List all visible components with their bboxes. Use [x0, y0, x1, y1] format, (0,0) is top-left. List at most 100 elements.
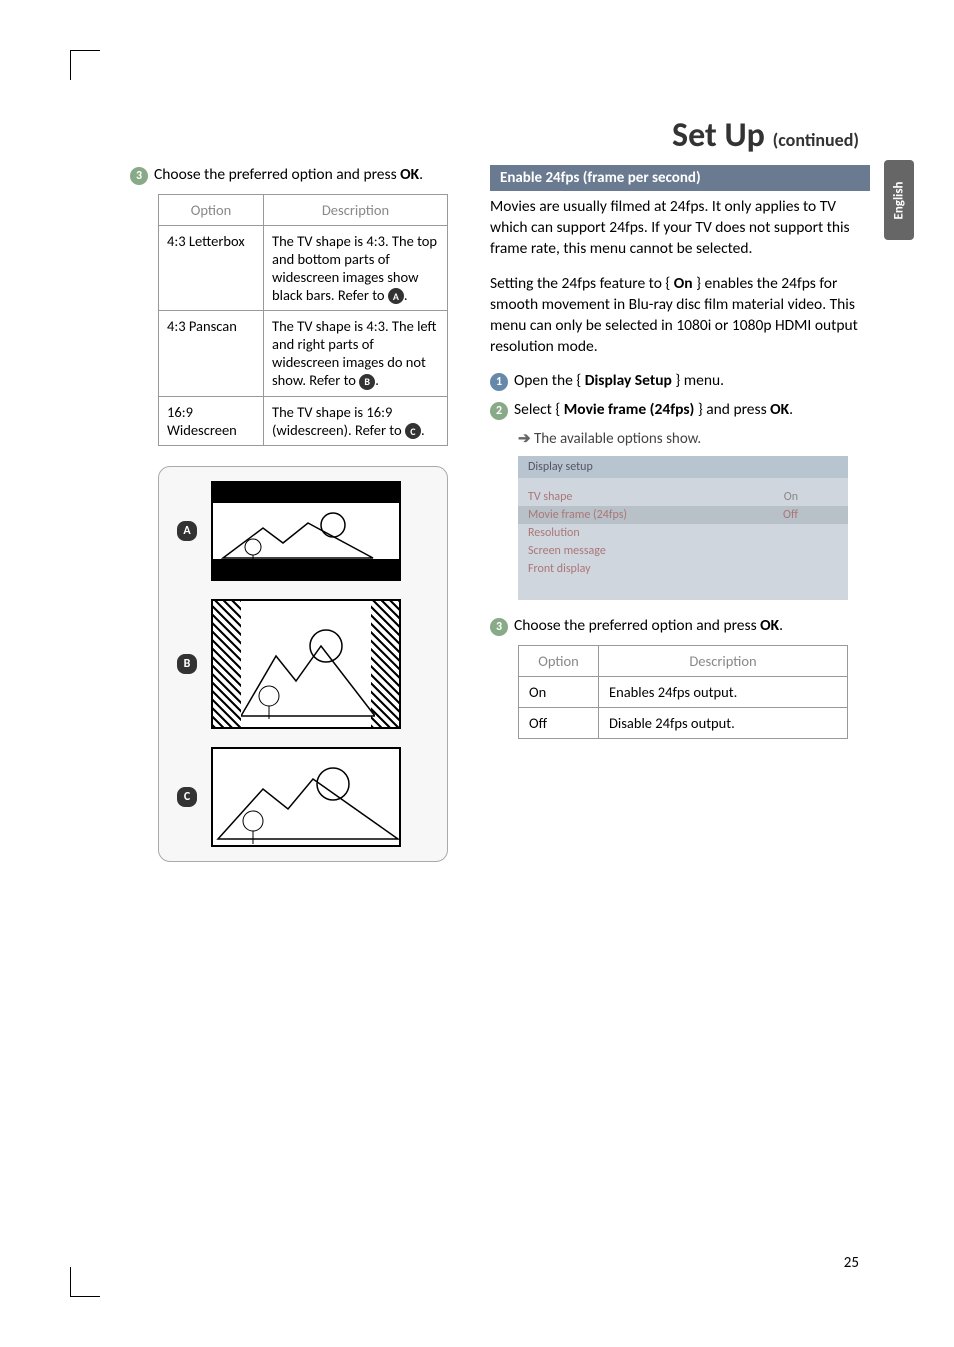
- display-setup-menu: Display setup TV shape On Movie frame (2…: [518, 456, 848, 600]
- th-desc: Description: [599, 646, 848, 677]
- text: The TV shape is 4:3. The top and bottom …: [272, 232, 437, 304]
- tv-frame-panscan: [211, 599, 401, 729]
- ref-icon: B: [359, 374, 375, 390]
- text: .: [789, 400, 793, 419]
- black-bar-top: [213, 483, 399, 503]
- ref-icon: A: [388, 288, 404, 304]
- right-step1-text: Open the { Display Setup } menu.: [514, 371, 724, 392]
- text-bold: OK: [400, 165, 419, 184]
- text: .: [375, 371, 379, 389]
- th-option: Option: [159, 194, 264, 225]
- text: The TV shape is 4:3. The left and right …: [272, 317, 436, 389]
- opt-cell: Off: [519, 708, 599, 739]
- step-badge-2: 2: [490, 402, 508, 420]
- menu-label: Movie frame (24fps): [528, 508, 627, 522]
- text: .: [421, 421, 425, 439]
- opt-cell: 4:3 Letterbox: [159, 225, 264, 311]
- menu-row-selected: Movie frame (24fps) Off: [518, 506, 848, 524]
- text: Select {: [514, 400, 564, 419]
- paragraph-2: Setting the 24fps feature to { On } enab…: [490, 274, 870, 358]
- text: Choose the preferred option and press: [154, 165, 400, 184]
- language-tab: English: [884, 160, 914, 240]
- hatch-right: [371, 601, 399, 727]
- opt-cell: On: [519, 677, 599, 708]
- desc-cell: The TV shape is 16:9 (widescreen). Refer…: [264, 396, 448, 446]
- desc-cell: The TV shape is 4:3. The left and right …: [264, 311, 448, 397]
- right-step3-text: Choose the preferred option and press OK…: [514, 616, 783, 637]
- right-step-2: 2 Select { Movie frame (24fps) } and pre…: [490, 400, 870, 421]
- crop-mark-bl: [70, 1267, 100, 1297]
- text: Setting the 24fps feature to {: [490, 274, 674, 293]
- th-desc: Description: [264, 194, 448, 225]
- text: } and press: [694, 400, 770, 419]
- paragraph-1: Movies are usually filmed at 24fps. It o…: [490, 197, 870, 260]
- menu-label: Resolution: [528, 526, 580, 540]
- menu-row: Resolution: [518, 524, 848, 542]
- desc-cell: The TV shape is 4:3. The top and bottom …: [264, 225, 448, 311]
- text-bold: Movie frame (24fps): [564, 400, 695, 419]
- hatch-left: [213, 601, 241, 727]
- text: .: [419, 165, 423, 184]
- left-step3-text: Choose the preferred option and press OK…: [154, 165, 423, 186]
- diagram-row-a: A: [177, 481, 429, 581]
- text: .: [404, 286, 408, 304]
- text: The TV shape is 16:9 (widescreen). Refer…: [272, 403, 405, 439]
- title-sub: (continued): [773, 129, 859, 151]
- text-bold: OK: [770, 400, 789, 419]
- menu-label: Screen message: [528, 544, 606, 558]
- menu-row: Front display: [518, 560, 848, 578]
- menu-label: TV shape: [528, 490, 572, 504]
- menu-value: On: [784, 490, 838, 504]
- menu-value: Off: [783, 508, 838, 522]
- table-row: 4:3 Letterbox The TV shape is 4:3. The t…: [159, 225, 448, 311]
- scene-icon: [241, 601, 375, 731]
- diagram-row-b: B: [177, 599, 429, 729]
- menu-label: Front display: [528, 562, 591, 576]
- diagram-label-c: C: [177, 787, 197, 807]
- menu-title: Display setup: [518, 456, 848, 478]
- text: Open the {: [514, 371, 585, 390]
- ref-icon: C: [405, 423, 421, 439]
- menu-row: Screen message: [518, 542, 848, 560]
- text: .: [779, 616, 783, 635]
- table-row: Off Disable 24fps output.: [519, 708, 848, 739]
- tv-shape-table: Option Description 4:3 Letterbox The TV …: [158, 194, 448, 447]
- left-column: 3 Choose the preferred option and press …: [130, 165, 455, 862]
- menu-row: TV shape On: [518, 488, 848, 506]
- step-badge-3: 3: [490, 618, 508, 636]
- page-title: Set Up (continued): [672, 115, 859, 156]
- right-step-3: 3 Choose the preferred option and press …: [490, 616, 870, 637]
- diagram-label-a: A: [177, 521, 197, 541]
- tv-frame-widescreen: [211, 747, 401, 847]
- scene-icon: [213, 503, 403, 563]
- right-step-1: 1 Open the { Display Setup } menu.: [490, 371, 870, 392]
- text: Choose the preferred option and press: [514, 616, 760, 635]
- fps-options-table: Option Description On Enables 24fps outp…: [518, 645, 848, 739]
- title-main: Set Up: [672, 115, 765, 156]
- right-step2-text: Select { Movie frame (24fps) } and press…: [514, 400, 793, 421]
- right-column: Enable 24fps (frame per second) Movies a…: [490, 165, 870, 739]
- step-badge-1: 1: [490, 373, 508, 391]
- table-row: 4:3 Panscan The TV shape is 4:3. The lef…: [159, 311, 448, 397]
- table-header-row: Option Description: [159, 194, 448, 225]
- th-option: Option: [519, 646, 599, 677]
- opt-cell: 16:9 Widescreen: [159, 396, 264, 446]
- step-badge-3: 3: [130, 167, 148, 185]
- desc-cell: Disable 24fps output.: [599, 708, 848, 739]
- diagram-label-b: B: [177, 654, 197, 674]
- language-tab-label: English: [892, 181, 907, 219]
- menu-value: [798, 544, 838, 558]
- scene-icon: [213, 749, 403, 849]
- crop-mark-tl: [70, 50, 100, 80]
- menu-value: [798, 526, 838, 540]
- text-bold: Display Setup: [585, 371, 672, 390]
- step2-sub: The available options show.: [518, 429, 870, 448]
- diagram-row-c: C: [177, 747, 429, 847]
- desc-cell: Enables 24fps output.: [599, 677, 848, 708]
- text: } menu.: [672, 371, 724, 390]
- text-bold: OK: [760, 616, 779, 635]
- opt-cell: 4:3 Panscan: [159, 311, 264, 397]
- tv-frame-letterbox: [211, 481, 401, 581]
- tv-shape-diagrams: A B: [158, 466, 448, 862]
- section-heading: Enable 24fps (frame per second): [490, 165, 870, 191]
